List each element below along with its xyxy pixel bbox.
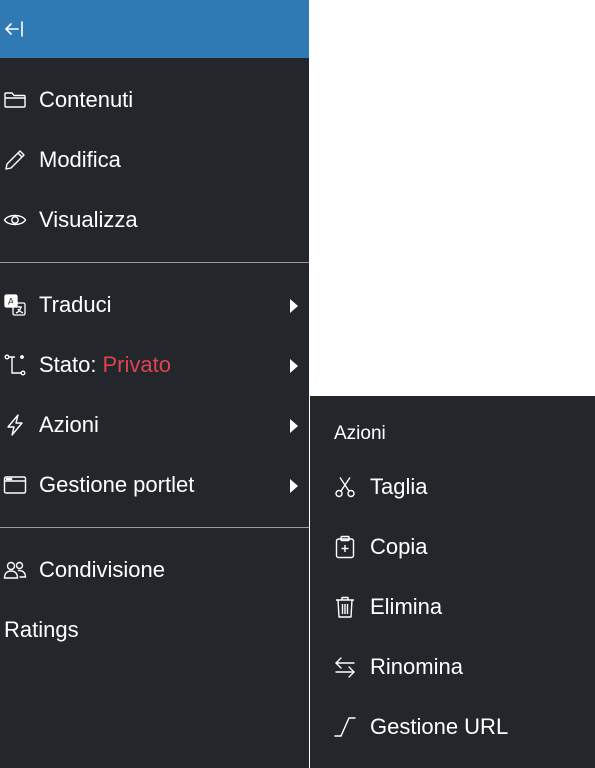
clipboard-plus-icon [332, 534, 358, 560]
menu-divider [0, 262, 309, 263]
submenu-title: Azioni [334, 423, 386, 444]
state-value: Privato [102, 352, 171, 377]
submenu-caret-icon [290, 299, 298, 313]
trash-icon [332, 594, 358, 620]
submenu-caret-icon [290, 419, 298, 433]
submenu-item-elimina[interactable]: Elimina [332, 579, 582, 635]
workflow-icon [2, 352, 28, 378]
people-icon [2, 557, 28, 583]
submenu-caret-icon [290, 359, 298, 373]
scissors-icon [332, 474, 358, 500]
menu-item-label: Azioni [39, 412, 99, 437]
collapse-left-icon[interactable] [4, 19, 26, 39]
submenu-item-label: Rinomina [370, 654, 463, 679]
eye-icon [2, 207, 28, 233]
submenu-item-label: Copia [370, 534, 428, 559]
azioni-submenu: Azioni Taglia Copia Elimina Rinomina Ges… [310, 396, 595, 768]
menu-item-label: Condivisione [39, 557, 165, 582]
submenu-item-label: Gestione URL [370, 714, 509, 739]
menu-item-label: Traduci [39, 292, 112, 317]
submenu-item-rinomina[interactable]: Rinomina [332, 639, 582, 695]
edit-toolbar: Contenuti Modifica Visualizza A Traduci … [0, 0, 309, 768]
menu-item-gestione-portlet[interactable]: Gestione portlet [0, 455, 309, 515]
submenu-item-label: Taglia [370, 474, 428, 499]
menu-item-ratings[interactable]: Ratings [0, 600, 309, 660]
menu-item-label: Contenuti [39, 87, 134, 112]
submenu-caret-icon [290, 479, 298, 493]
window-icon [2, 472, 28, 498]
submenu-item-gestione-url[interactable]: Gestione URL [332, 699, 582, 755]
pencil-icon [2, 147, 28, 173]
menu-item-traduci[interactable]: A Traduci [0, 275, 309, 335]
menu-item-visualizza[interactable]: Visualizza [0, 190, 309, 250]
folder-icon [2, 87, 28, 113]
arrow-left-right-icon [332, 654, 358, 680]
submenu-item-label: Elimina [370, 594, 443, 619]
menu-item-condivisione[interactable]: Condivisione [0, 540, 309, 600]
toolbar-header [0, 0, 309, 58]
menu-item-label: Ratings [4, 617, 79, 642]
lightning-icon [2, 412, 28, 438]
menu-divider [0, 527, 309, 528]
menu-item-label: Modifica [39, 147, 121, 172]
submenu-item-taglia[interactable]: Taglia [332, 459, 582, 515]
menu-item-label: Visualizza [39, 207, 138, 232]
menu-item-modifica[interactable]: Modifica [0, 130, 309, 190]
menu-item-contenuti[interactable]: Contenuti [0, 70, 309, 130]
menu-item-label: Gestione portlet [39, 472, 195, 497]
menu-item-azioni[interactable]: Azioni [0, 395, 309, 455]
submenu-item-copia[interactable]: Copia [332, 519, 582, 575]
menu-item-stato[interactable]: Stato: Privato [0, 335, 309, 395]
menu-item-label: Stato: [39, 352, 97, 377]
url-slope-icon [332, 714, 358, 740]
translate-icon: A [2, 292, 28, 318]
